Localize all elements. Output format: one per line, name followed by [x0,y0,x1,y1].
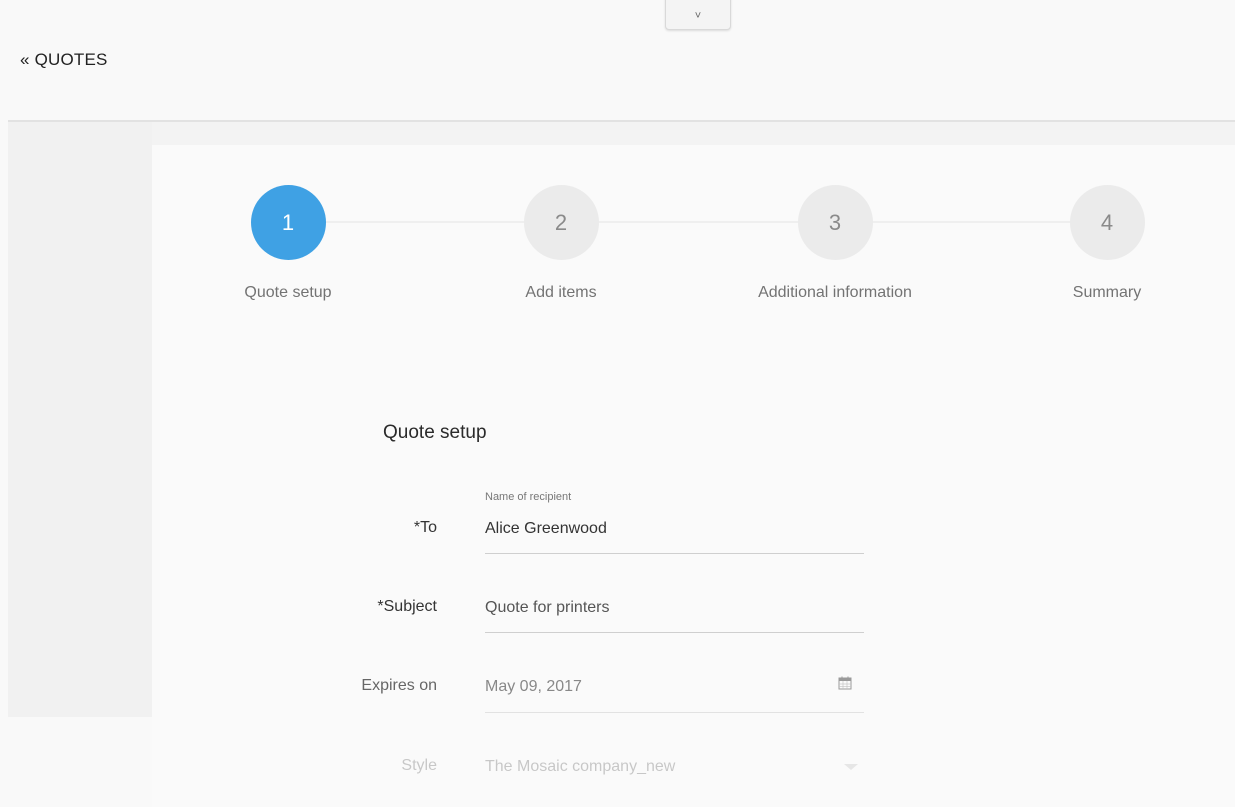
stepper-connector [288,221,1108,223]
subject-label: *Subject [377,598,437,615]
to-field-hint: Name of recipient [485,491,572,503]
top-gutter [152,122,1235,145]
to-input[interactable]: Alice Greenwood [485,520,607,538]
step-summary[interactable]: 4 Summary [1007,185,1207,302]
step-add-items[interactable]: 2 Add items [461,185,661,302]
subject-input[interactable]: Quote for printers [485,599,610,617]
expires-label: Expires on [361,677,437,694]
step-number: 2 [523,185,599,260]
step-additional-information[interactable]: 3 Additional information [735,185,935,302]
step-number: 4 [1069,185,1145,260]
back-to-quotes-link[interactable]: « QUOTES [20,50,108,70]
step-quote-setup[interactable]: 1 Quote setup [188,185,388,302]
dropdown-arrow-icon[interactable] [844,764,858,770]
step-label: Add items [525,284,597,301]
expires-input-underline [485,712,864,713]
style-label: Style [401,757,437,774]
to-input-underline [485,553,864,554]
chevron-down-icon: ˅ [694,10,702,22]
step-label: Quote setup [244,284,332,301]
step-label: Additional information [758,284,912,301]
to-label: *To [413,519,437,536]
expires-input[interactable]: May 09, 2017 [485,678,582,696]
collapse-toggle-button[interactable]: ˅ [665,0,731,30]
left-gutter [8,122,152,717]
calendar-icon[interactable] [838,676,852,690]
step-number: 1 [250,185,326,260]
form-section-title: Quote setup [383,422,487,443]
style-select[interactable]: The Mosaic company_new [485,758,675,776]
subject-input-underline [485,632,864,633]
step-number: 3 [797,185,873,260]
step-label: Summary [1072,284,1142,301]
